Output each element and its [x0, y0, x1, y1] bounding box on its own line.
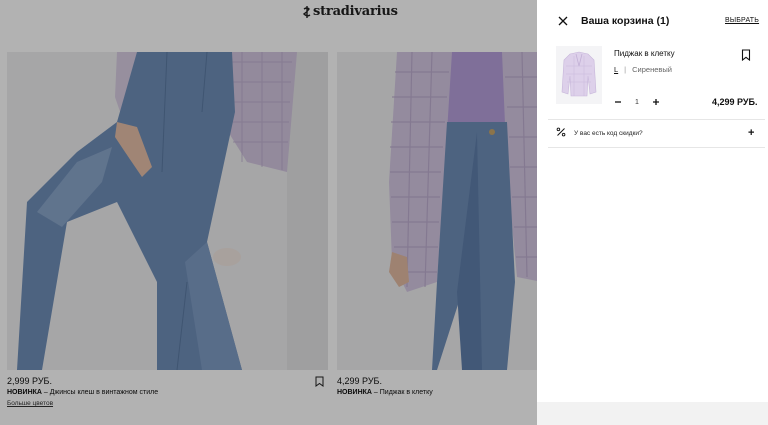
- cart-item-size[interactable]: L: [614, 65, 618, 74]
- cart-item-color: Сиреневый: [632, 65, 672, 74]
- plus-icon: [652, 99, 659, 105]
- quantity-stepper: 1: [613, 97, 661, 107]
- cart-item-options: L | Сиреневый: [614, 65, 672, 74]
- decrease-quantity-button[interactable]: [613, 97, 623, 107]
- select-button[interactable]: ВЫБРАТЬ: [725, 17, 759, 24]
- discount-code-toggle[interactable]: У вас есть код скидки?: [574, 130, 643, 137]
- divider: [548, 147, 765, 148]
- close-icon[interactable]: [557, 15, 569, 27]
- cart-item-name[interactable]: Пиджак в клетку: [614, 49, 675, 58]
- bookmark-icon[interactable]: [741, 49, 751, 61]
- cart-item-price: 4,299 РУБ.: [712, 97, 758, 107]
- increase-quantity-button[interactable]: [651, 97, 661, 107]
- cart-footer: [537, 402, 768, 425]
- divider: [548, 119, 765, 120]
- jacket-thumbnail-image: [561, 51, 597, 97]
- modal-overlay[interactable]: [0, 0, 537, 425]
- option-separator: |: [624, 65, 627, 74]
- percent-icon: [556, 127, 566, 137]
- quantity-value: 1: [635, 98, 639, 106]
- cart-item-thumbnail[interactable]: [556, 46, 602, 104]
- cart-title: Ваша корзина (1): [581, 15, 670, 27]
- expand-discount-button[interactable]: +: [748, 127, 754, 139]
- minus-icon: [615, 101, 621, 103]
